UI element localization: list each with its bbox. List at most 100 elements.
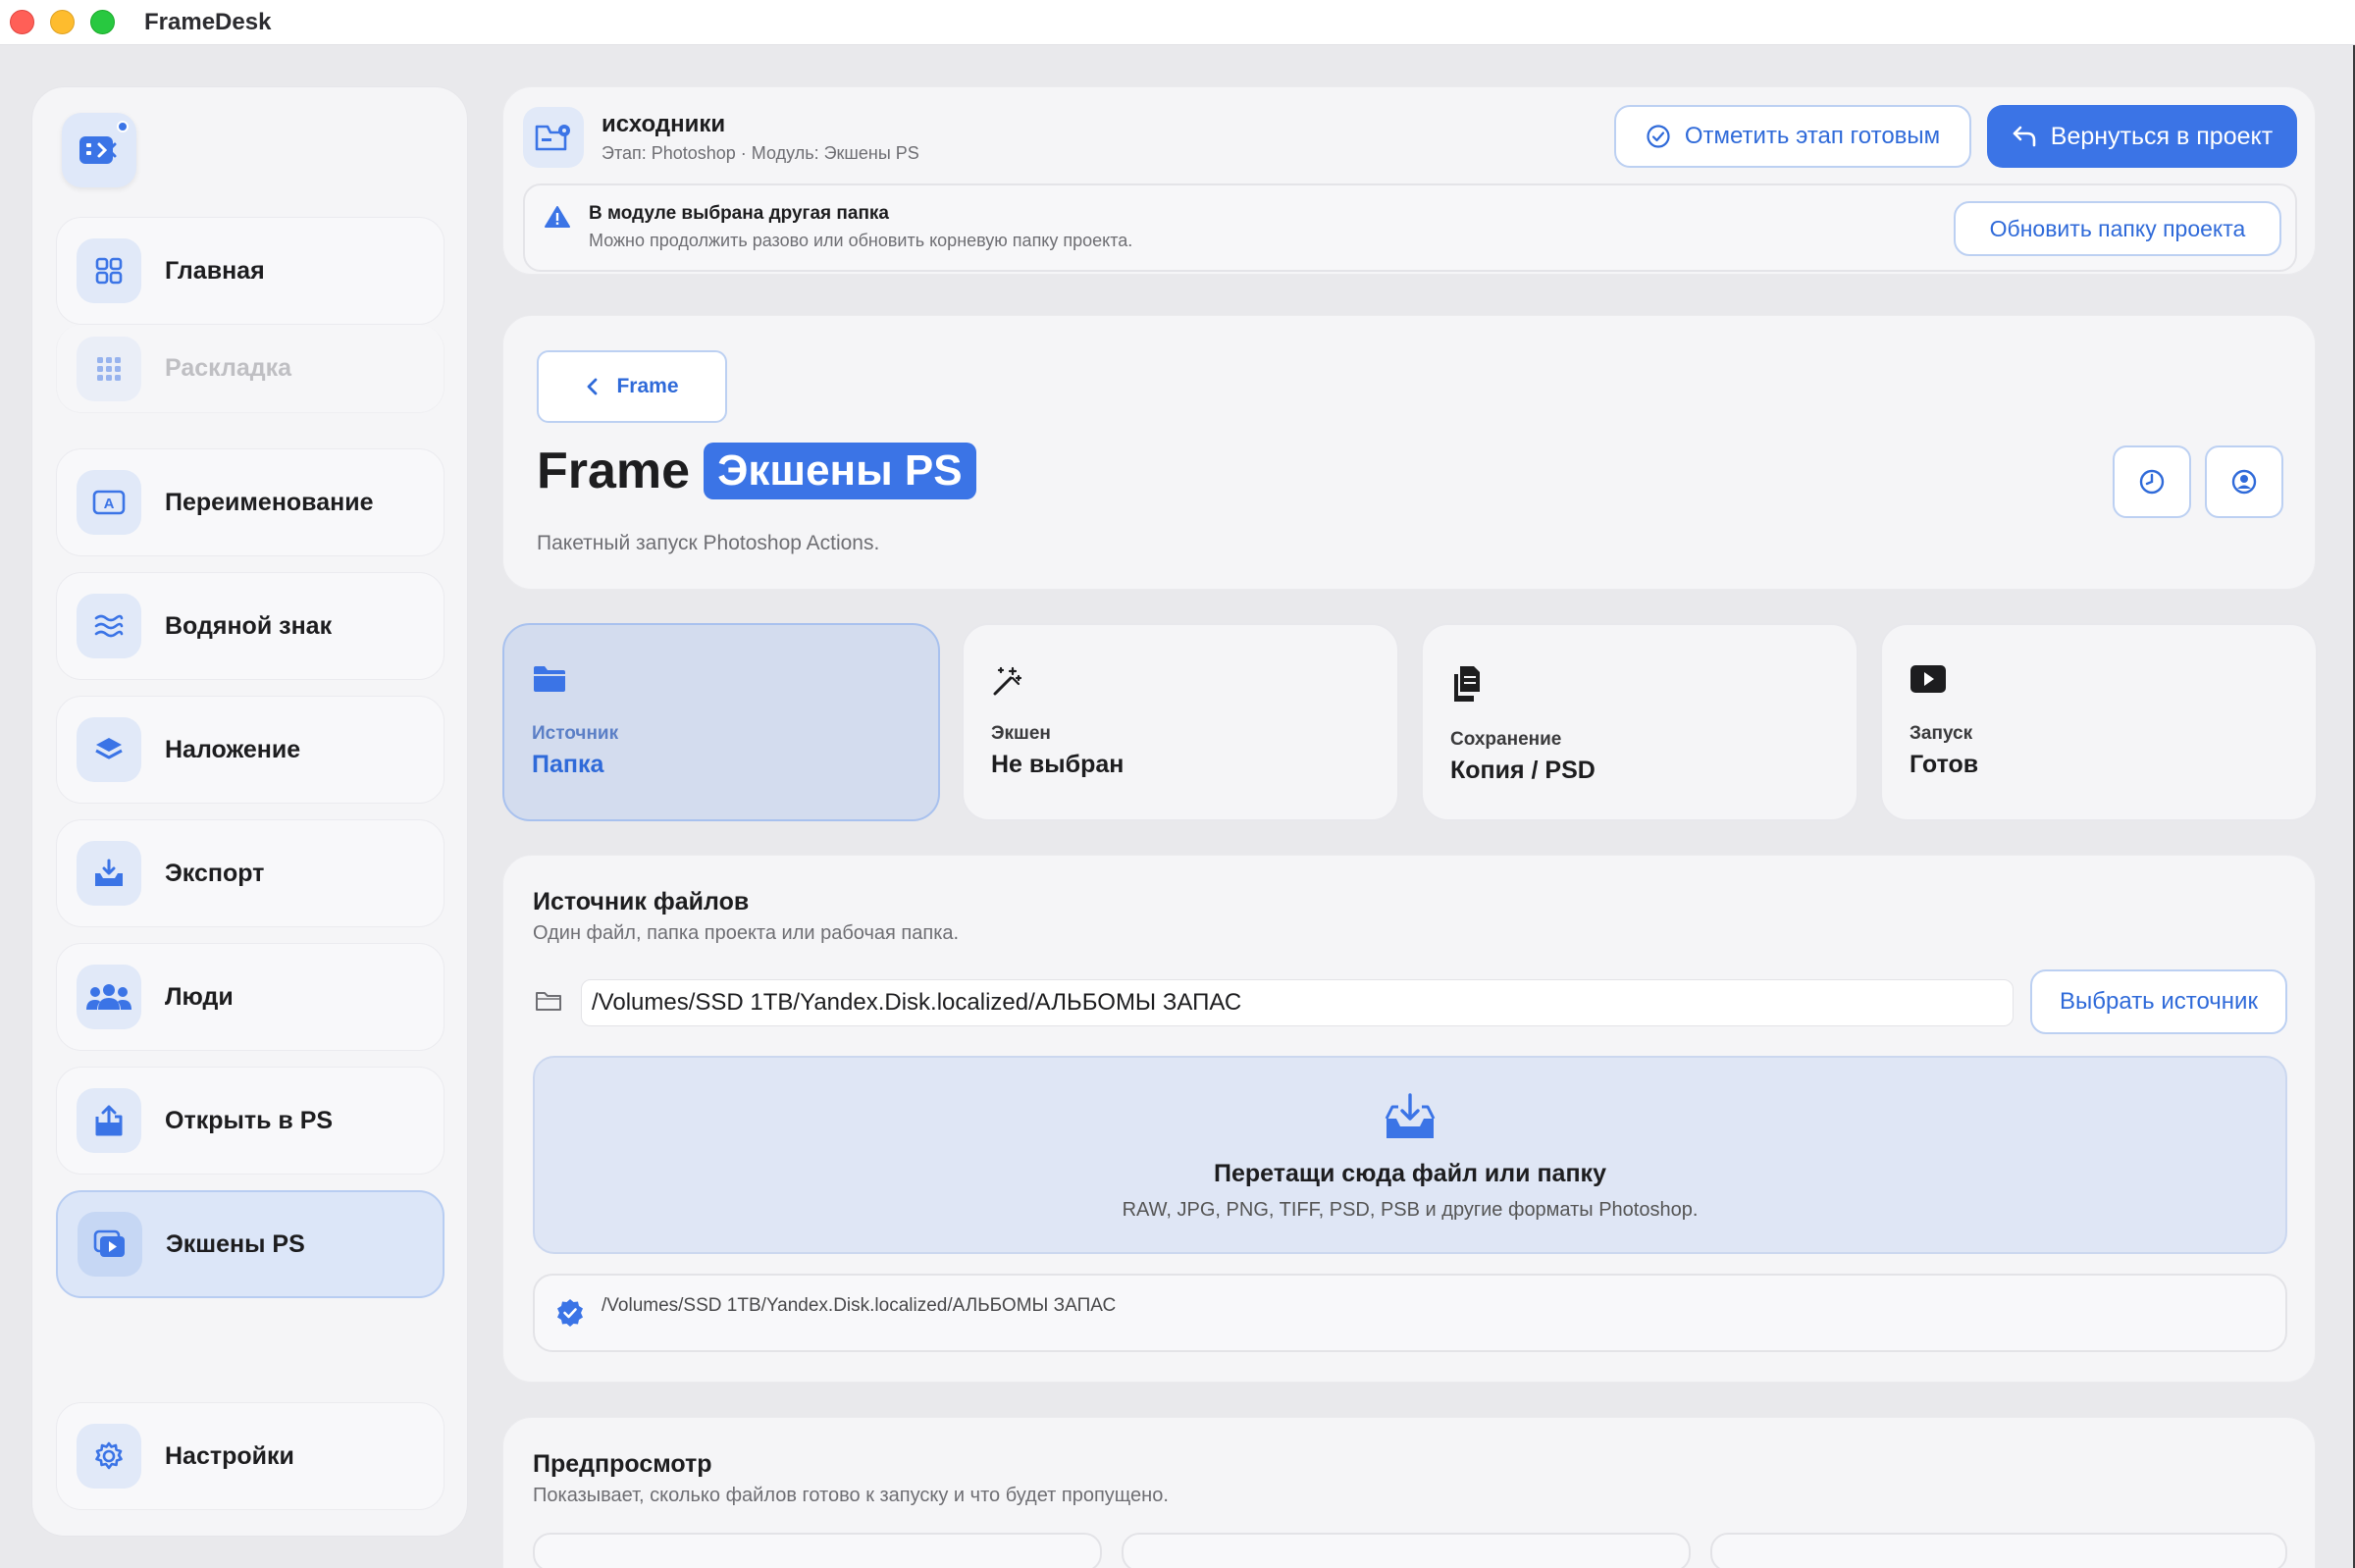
window-controls <box>10 10 115 34</box>
open-upload-icon <box>77 1088 141 1153</box>
section-subtitle: Один файл, папка проекта или рабочая пап… <box>533 922 960 944</box>
header-title: исходники <box>602 111 726 137</box>
sidebar-item-export[interactable]: Экспорт <box>56 819 445 927</box>
sidebar-item-layout[interactable]: Раскладка <box>56 325 445 413</box>
sidebar-item-label: Раскладка <box>165 354 292 382</box>
logo-badge <box>117 121 129 132</box>
dots-grid-icon <box>77 336 141 401</box>
choose-source-button[interactable]: Выбрать источник <box>2030 969 2287 1034</box>
update-project-folder-label: Обновить папку проекта <box>1989 215 2246 241</box>
sidebar-item-people[interactable]: Люди <box>56 943 445 1051</box>
sidebar-item-watermark[interactable]: Водяной знак <box>56 572 445 680</box>
close-window-button[interactable] <box>10 10 34 34</box>
sidebar-item-home[interactable]: Главная <box>56 217 445 325</box>
sidebar-item-settings[interactable]: Настройки <box>56 1402 445 1510</box>
choose-source-label: Выбрать источник <box>2060 988 2258 1015</box>
section-title: Источник файлов <box>533 888 750 915</box>
step-value: Не выбран <box>991 751 1125 778</box>
step-label: Сохранение <box>1450 729 1562 750</box>
return-to-project-label: Вернуться в проект <box>2050 122 2274 150</box>
back-button[interactable]: Frame <box>537 350 727 423</box>
people-icon <box>77 965 141 1029</box>
source-path-input[interactable]: /Volumes/SSD 1TB/Yandex.Disk.localized/А… <box>581 979 2014 1026</box>
sidebar: Главная Раскладка A Переименование Водян… <box>31 86 468 1537</box>
step-label: Источник <box>532 723 619 744</box>
sidebar-item-label: Люди <box>165 982 234 1011</box>
app-title: FrameDesk <box>144 8 272 35</box>
play-stack-icon <box>78 1212 142 1277</box>
sidebar-item-label: Настройки <box>165 1441 294 1470</box>
magic-wand-icon <box>993 666 1022 696</box>
header-subtitle: Этап: Photoshop · Модуль: Экшены PS <box>602 143 919 163</box>
warning-icon <box>545 206 570 228</box>
back-label: Frame <box>616 375 679 397</box>
preview-card: Предпросмотр Показывает, сколько файлов … <box>502 1417 2316 1568</box>
page-title-main: Frame <box>537 443 691 499</box>
folder-settings-icon <box>523 107 584 168</box>
return-to-project-button[interactable]: Вернуться в проект <box>1987 105 2297 168</box>
selected-source-path: /Volumes/SSD 1TB/Yandex.Disk.localized/А… <box>602 1295 1117 1316</box>
sidebar-item-label: Открыть в PS <box>165 1106 334 1134</box>
sidebar-item-label: Экспорт <box>165 859 265 887</box>
step-value: Готов <box>1910 751 1979 778</box>
step-saving[interactable]: Сохранение Копия / PSD <box>1421 623 1858 821</box>
alert-title: В модуле выбрана другая папка <box>589 203 889 224</box>
sidebar-item-label: Экшены PS <box>166 1229 305 1258</box>
sidebar-item-label: Главная <box>165 256 265 285</box>
step-action[interactable]: Экшен Не выбран <box>962 623 1399 821</box>
window-titlebar: FrameDesk <box>0 0 2355 45</box>
section-title: Предпросмотр <box>533 1450 712 1478</box>
drop-tray-icon <box>1385 1093 1436 1138</box>
page-title-badge: Экшены PS <box>704 443 976 499</box>
sidebar-item-ps-actions[interactable]: Экшены PS <box>56 1190 445 1298</box>
preview-stat-card <box>533 1533 1102 1568</box>
layers-icon <box>77 717 141 782</box>
selected-source-row: /Volumes/SSD 1TB/Yandex.Disk.localized/А… <box>533 1274 2287 1352</box>
step-run[interactable]: Запуск Готов <box>1880 623 2318 821</box>
gear-icon <box>77 1424 141 1489</box>
logo-icon <box>79 136 117 164</box>
section-subtitle: Показывает, сколько файлов готово к запу… <box>533 1485 1169 1506</box>
module-title-card: Frame Frame Экшены PS Пакетный запуск Ph… <box>502 315 2316 590</box>
sidebar-item-open-ps[interactable]: Открыть в PS <box>56 1067 445 1175</box>
header-card: исходники Этап: Photoshop · Модуль: Экше… <box>502 86 2316 275</box>
update-project-folder-button[interactable]: Обновить папку проекта <box>1954 201 2281 256</box>
rename-icon: A <box>77 470 141 535</box>
drop-zone[interactable]: Перетащи сюда файл или папку RAW, JPG, P… <box>533 1056 2287 1254</box>
chevron-left-icon <box>588 378 598 395</box>
minimize-window-button[interactable] <box>50 10 75 34</box>
file-source-card: Источник файлов Один файл, папка проекта… <box>502 855 2316 1383</box>
drop-subtitle: RAW, JPG, PNG, TIFF, PSD, PSB и другие ф… <box>1122 1199 1699 1221</box>
sidebar-item-label: Наложение <box>165 735 301 763</box>
preview-stat-card <box>1710 1533 2287 1568</box>
folder-icon <box>534 666 565 692</box>
step-label: Запуск <box>1910 723 1973 744</box>
verified-check-icon <box>557 1299 583 1327</box>
sidebar-item-rename[interactable]: A Переименование <box>56 448 445 556</box>
page-title: Frame Экшены PS <box>537 442 976 500</box>
sidebar-item-overlay[interactable]: Наложение <box>56 696 445 804</box>
copy-files-icon <box>1454 666 1480 702</box>
step-source[interactable]: Источник Папка <box>502 623 940 821</box>
alert-text: Можно продолжить разово или обновить кор… <box>589 231 1133 250</box>
mark-stage-done-button[interactable]: Отметить этап готовым <box>1614 105 1971 168</box>
step-label: Экшен <box>991 723 1051 744</box>
mark-stage-done-label: Отметить этап готовым <box>1684 123 1941 149</box>
play-icon <box>1910 665 1946 693</box>
check-circle-icon <box>1647 125 1670 148</box>
sidebar-item-label: Водяной знак <box>165 611 333 640</box>
preview-stat-card <box>1122 1533 1691 1568</box>
folder-outline-icon <box>536 992 561 1011</box>
history-button[interactable] <box>2113 445 2191 518</box>
profile-button[interactable] <box>2205 445 2283 518</box>
waves-icon <box>77 594 141 658</box>
folder-warning-alert: В модуле выбрана другая папка Можно прод… <box>523 183 2297 272</box>
grid-icon <box>77 238 141 303</box>
return-arrow-icon <box>2013 126 2036 147</box>
step-value: Копия / PSD <box>1450 757 1596 784</box>
app-logo[interactable] <box>62 113 136 187</box>
zoom-window-button[interactable] <box>90 10 115 34</box>
drop-title: Перетащи сюда файл или папку <box>1214 1160 1606 1187</box>
user-circle-icon <box>2231 469 2257 495</box>
sidebar-item-label: Переименование <box>165 488 374 516</box>
